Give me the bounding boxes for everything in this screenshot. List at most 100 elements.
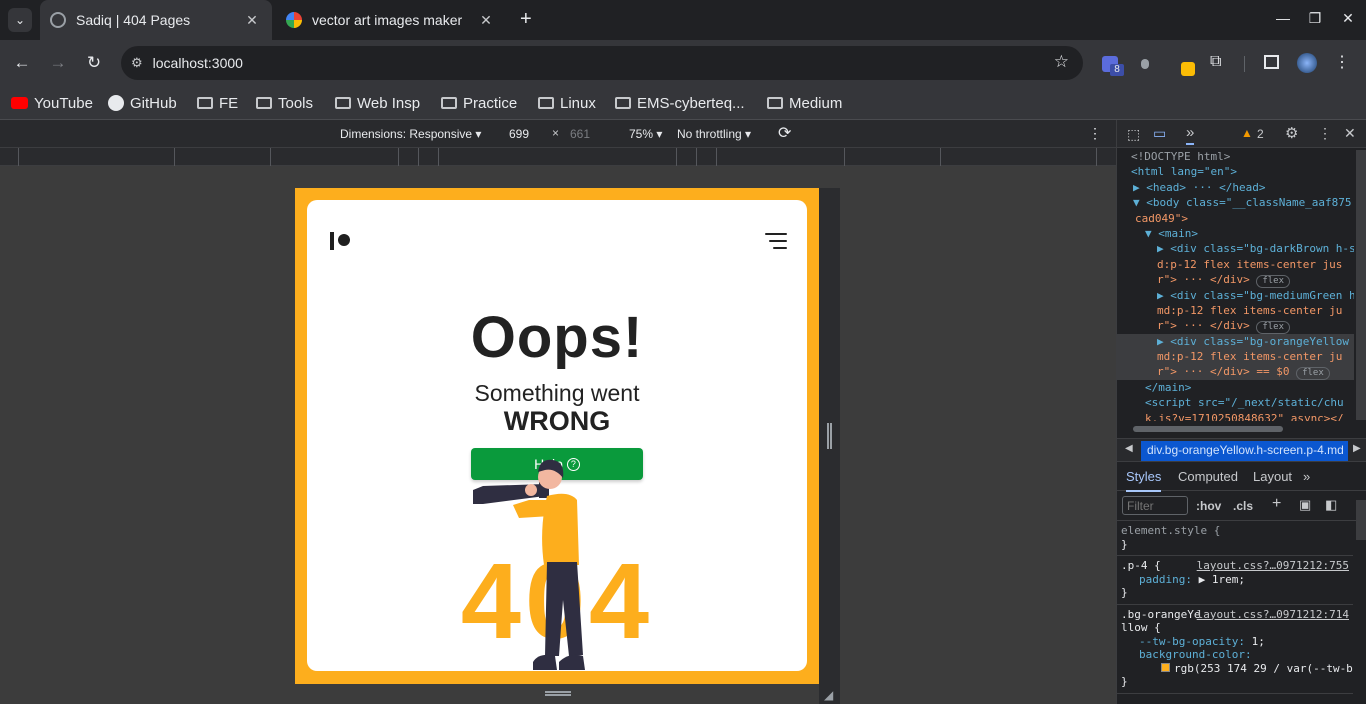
back-icon[interactable]: ←	[12, 53, 32, 73]
new-rule-icon[interactable]: +	[1272, 495, 1281, 513]
zoom-dropdown[interactable]: 75% ▾	[629, 127, 662, 141]
flex-badge[interactable]: flex	[1256, 275, 1291, 289]
dom-line-selected[interactable]: r"> ··· </div> == $0 flex	[1117, 364, 1354, 381]
tab-search-button[interactable]: ⌄	[8, 8, 32, 32]
close-tab-icon[interactable]: ✕	[242, 12, 262, 29]
more-tabs-icon[interactable]: »	[1303, 469, 1310, 484]
tab-computed[interactable]: Computed	[1178, 469, 1238, 484]
resize-handle-corner[interactable]: ◢	[824, 688, 833, 702]
throttle-dropdown[interactable]: No throttling ▾	[677, 127, 751, 141]
bookmark-folder-medium[interactable]: Medium	[767, 91, 842, 115]
devtools-menu-icon[interactable]: ⋮	[1318, 125, 1332, 142]
minimize-icon[interactable]: —	[1273, 10, 1293, 26]
styles-filter-input[interactable]	[1122, 496, 1188, 515]
rotate-icon[interactable]: ⟳	[778, 123, 791, 143]
dom-line[interactable]: cad049">	[1117, 211, 1354, 226]
rule-source-link[interactable]: layout.css?…0971212:755	[1197, 559, 1349, 573]
color-swatch[interactable]	[1161, 662, 1170, 672]
dom-line[interactable]: ▶ <div class="bg-darkBrown h-s	[1117, 241, 1354, 256]
devtools-close-icon[interactable]: ✕	[1344, 125, 1356, 142]
dom-tree[interactable]: <!DOCTYPE html> <html lang="en"> ▶ <head…	[1117, 149, 1354, 421]
bookmark-star-icon[interactable]: ☆	[1054, 52, 1069, 72]
tab-layout[interactable]: Layout	[1253, 469, 1292, 484]
rule-source-link[interactable]: layout.css?…0971212:714	[1197, 608, 1349, 622]
globe-icon	[50, 12, 66, 28]
new-tab-button[interactable]: +	[520, 8, 532, 31]
breadcrumb-selected[interactable]: div.bg-orangeYellow.h-screen.p-4.md	[1141, 441, 1348, 461]
dom-line[interactable]: md:p-12 flex items-center ju	[1117, 303, 1354, 318]
extensions-puzzle-icon[interactable]: ⧉	[1210, 53, 1221, 71]
bookmark-folder-practice[interactable]: Practice	[441, 91, 517, 115]
maximize-icon[interactable]: ❐	[1305, 10, 1325, 27]
warning-icon[interactable]: ▲	[1241, 126, 1253, 140]
dom-line[interactable]: ▼ <main>	[1117, 226, 1354, 241]
flex-badge[interactable]: flex	[1256, 321, 1291, 335]
computed-sidebar-icon[interactable]: ◧	[1325, 497, 1337, 513]
bookmark-label: EMS-cyberteq...	[637, 94, 745, 112]
breadcrumb-left-icon[interactable]: ◀	[1125, 443, 1133, 454]
cls-toggle[interactable]: .cls	[1233, 499, 1253, 513]
inspect-element-icon[interactable]: ⬚	[1127, 126, 1140, 143]
dom-line-selected[interactable]: ▶ <div class="bg-orangeYellow	[1117, 333, 1354, 350]
forward-icon[interactable]: →	[48, 53, 68, 73]
width-input[interactable]: 699	[509, 127, 529, 141]
dom-line[interactable]: <script src="/_next/static/chu	[1117, 395, 1354, 410]
side-panel-icon[interactable]	[1264, 55, 1279, 69]
media-query-ruler[interactable]	[0, 148, 1116, 166]
menu-kebab-icon[interactable]: ⋮	[1334, 52, 1350, 72]
dom-line[interactable]: <html lang="en">	[1117, 164, 1354, 179]
styles-scrollbar[interactable]	[1356, 500, 1366, 540]
dom-line[interactable]: </main>	[1117, 380, 1354, 395]
style-property[interactable]: background-color:	[1121, 648, 1349, 662]
site-info-icon[interactable]: ⚙	[131, 55, 143, 71]
style-property[interactable]: padding: ▶ 1rem;	[1121, 573, 1349, 587]
dimensions-dropdown[interactable]: Dimensions: Responsive ▾	[340, 127, 481, 141]
hov-toggle[interactable]: :hov	[1196, 499, 1221, 513]
dom-line[interactable]: ▶ <head> ··· </head>	[1117, 180, 1354, 195]
close-window-icon[interactable]: ✕	[1338, 10, 1358, 27]
dom-line[interactable]: r"> ··· </div> flex	[1117, 318, 1354, 335]
height-input[interactable]: 661	[570, 127, 590, 141]
bookmark-label: Practice	[463, 94, 518, 112]
device-toggle-icon[interactable]: ▭	[1153, 125, 1166, 142]
dom-scrollbar[interactable]	[1356, 150, 1366, 420]
dom-line[interactable]: ▼ <body class="__className_aaf875	[1117, 195, 1354, 210]
dom-line-selected[interactable]: md:p-12 flex items-center ju	[1117, 349, 1354, 365]
tab-styles[interactable]: Styles	[1126, 469, 1162, 492]
bookmark-folder-tools[interactable]: Tools	[256, 91, 313, 115]
settings-gear-icon[interactable]: ⚙	[1285, 124, 1298, 142]
folder-icon	[197, 97, 213, 109]
dom-line[interactable]: k.js?v=1710250848632" async></	[1117, 411, 1354, 421]
avatar[interactable]	[1297, 53, 1317, 73]
style-property[interactable]: --tw-bg-opacity: 1;	[1121, 635, 1349, 649]
reload-icon[interactable]: ↻	[84, 53, 104, 73]
bookmark-github[interactable]: GitHub	[108, 91, 177, 115]
dom-line[interactable]: d:p-12 flex items-center jus	[1117, 257, 1354, 272]
device-options-icon[interactable]: ⋮	[1088, 125, 1102, 142]
element-state-icon[interactable]: ▣	[1299, 497, 1311, 513]
extension-icon[interactable]	[1181, 62, 1195, 76]
dom-line[interactable]: r"> ··· </div> flex	[1117, 272, 1354, 289]
flex-badge[interactable]: flex	[1296, 367, 1330, 381]
style-property-value[interactable]: rgb(253 174 29 / var(--tw-b	[1121, 662, 1353, 676]
dom-line[interactable]: <!DOCTYPE html>	[1117, 149, 1354, 164]
close-tab-icon[interactable]: ✕	[476, 12, 496, 29]
tab-sadiq-404[interactable]: Sadiq | 404 Pages ✕	[40, 0, 272, 40]
dom-horizontal-scrollbar[interactable]	[1133, 426, 1283, 432]
dom-line[interactable]: ▶ <div class="bg-mediumGreen h	[1117, 288, 1354, 303]
bookmark-folder-linux[interactable]: Linux	[538, 91, 596, 115]
resize-handle-right[interactable]	[827, 423, 832, 449]
error-card: Oops! Something went WRONG 404 Help ?	[307, 200, 807, 671]
resize-handle-bottom[interactable]	[545, 691, 571, 696]
rule-selector[interactable]: element.style {	[1121, 524, 1349, 538]
rule-selector[interactable]: .bg-orangeYellow {	[1121, 608, 1201, 635]
address-bar[interactable]: ⚙ localhost:3000 ☆	[121, 46, 1083, 80]
breadcrumb-right-icon[interactable]: ▶	[1353, 443, 1361, 454]
bookmark-folder-fe[interactable]: FE	[197, 91, 238, 115]
extension-icon[interactable]	[1141, 59, 1149, 69]
bookmark-folder-ems[interactable]: EMS-cyberteq...	[615, 91, 745, 115]
tab-vector-art[interactable]: vector art images maker ✕	[276, 0, 506, 40]
bookmark-youtube[interactable]: YouTube	[11, 91, 93, 115]
bookmark-folder-web-insp[interactable]: Web Insp	[335, 91, 420, 115]
more-panels-icon[interactable]: »	[1186, 124, 1195, 145]
